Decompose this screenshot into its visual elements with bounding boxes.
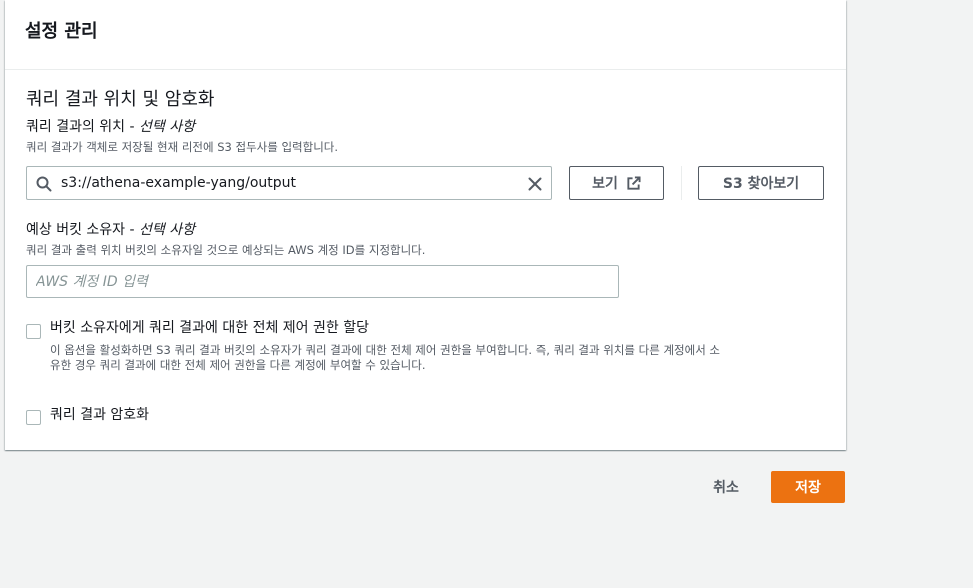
assign-full-control-description-line1: 이 옵션을 활성화하면 S3 쿼리 결과 버킷의 소유자가 쿼리 결과에 대한 …	[50, 343, 721, 357]
panel-header: 설정 관리	[5, 0, 846, 70]
save-button[interactable]: 저장	[771, 471, 845, 503]
s3-location-input[interactable]	[61, 167, 516, 199]
search-icon	[36, 176, 52, 192]
settings-panel: 설정 관리 쿼리 결과 위치 및 암호화 쿼리 결과의 위치 - 선택 사항 쿼…	[5, 0, 846, 450]
encrypt-results-checkbox[interactable]	[26, 410, 41, 425]
location-description: 쿼리 결과가 객체로 저장될 현재 리전에 S3 접두사를 입력합니다.	[26, 140, 339, 154]
assign-full-control-description-line2: 유한 경우 쿼리 결과에 대한 전체 제어 권한을 다른 계정에 부여할 수 있…	[50, 358, 426, 372]
owner-label-text: 예상 버킷 소유자 -	[26, 222, 135, 238]
encrypt-results-label: 쿼리 결과 암호화	[50, 407, 150, 423]
owner-label: 예상 버킷 소유자 - 선택 사항	[26, 220, 195, 240]
view-button-label: 보기	[592, 176, 618, 192]
button-divider	[681, 166, 682, 200]
section-title: 쿼리 결과 위치 및 암호화	[26, 89, 215, 110]
owner-optional: 선택 사항	[139, 222, 195, 238]
owner-description: 쿼리 결과 출력 위치 버킷의 소유자일 것으로 예상되는 AWS 계정 ID를…	[26, 243, 426, 257]
assign-full-control-description: 이 옵션을 활성화하면 S3 쿼리 결과 버킷의 소유자가 쿼리 결과에 대한 …	[50, 343, 825, 373]
close-icon[interactable]	[527, 176, 543, 192]
external-link-icon	[627, 175, 641, 190]
assign-full-control-checkbox[interactable]	[26, 324, 41, 339]
location-label: 쿼리 결과의 위치 - 선택 사항	[26, 117, 195, 137]
browse-s3-button[interactable]: S3 찾아보기	[698, 166, 824, 200]
view-button[interactable]: 보기	[569, 166, 664, 200]
location-optional: 선택 사항	[139, 119, 195, 135]
panel-title: 설정 관리	[25, 21, 98, 42]
bucket-owner-input[interactable]	[26, 265, 619, 298]
cancel-button[interactable]: 취소	[697, 471, 755, 503]
location-label-text: 쿼리 결과의 위치 -	[26, 119, 135, 135]
s3-location-field[interactable]	[26, 166, 552, 200]
assign-full-control-label: 버킷 소유자에게 쿼리 결과에 대한 전체 제어 권한 할당	[50, 320, 369, 336]
